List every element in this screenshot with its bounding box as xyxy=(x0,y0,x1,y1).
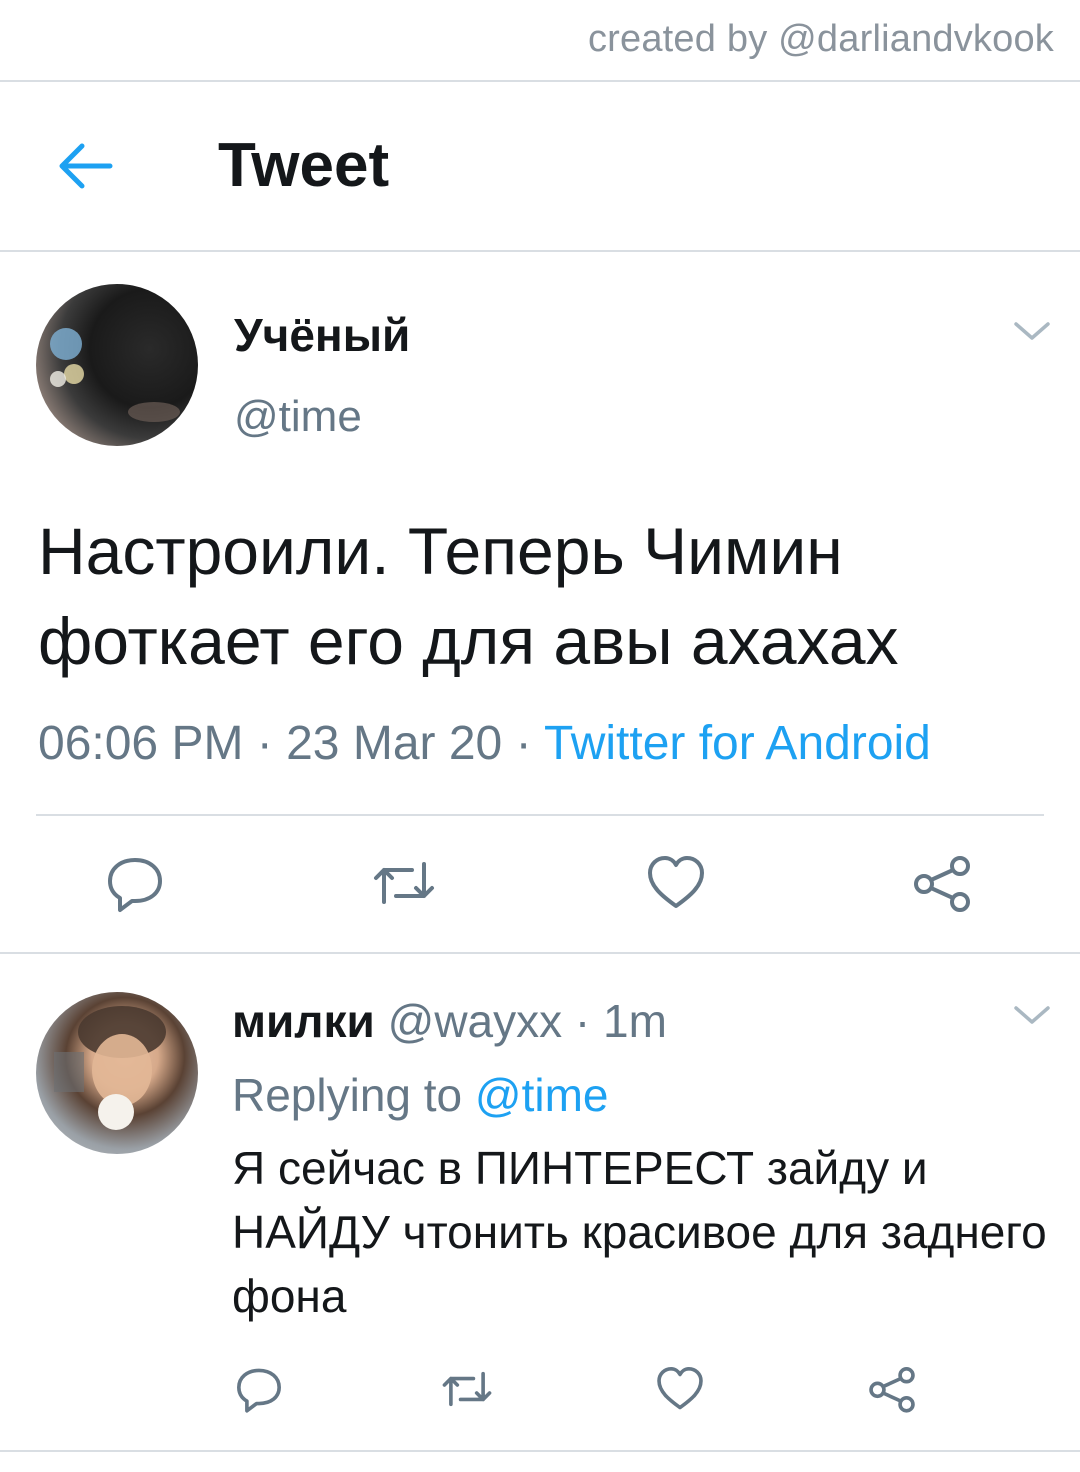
retweet-icon xyxy=(442,1371,492,1407)
replying-label: Replying to xyxy=(232,1069,475,1121)
avatar[interactable] xyxy=(36,284,198,446)
share-icon xyxy=(869,1367,915,1413)
tweet-source-link[interactable]: Twitter for Android xyxy=(544,717,931,770)
reply-avatar-image xyxy=(54,1006,166,1130)
header-bar: Tweet xyxy=(0,82,1080,250)
reply-menu-button[interactable] xyxy=(1010,1000,1054,1030)
reply-button[interactable] xyxy=(104,852,166,919)
reply-header: милки @wayxx · 1m xyxy=(232,994,667,1048)
avatar-image xyxy=(50,328,180,422)
reply-time: 1m xyxy=(603,995,667,1047)
chevron-down-icon xyxy=(1014,322,1050,340)
retweet-icon xyxy=(374,862,434,904)
tweet-time: 06:06 PM xyxy=(38,717,244,770)
credit-watermark: created by @darliandvkook xyxy=(587,18,1054,60)
replying-mention-link[interactable]: @time xyxy=(475,1069,609,1121)
tweet-text: Настроили. Теперь Чимин фоткает его для … xyxy=(38,514,899,678)
meta-separator: · xyxy=(243,717,287,770)
tweet-meta: 06:06 PM · 23 Mar 20 · Twitter for Andro… xyxy=(38,716,931,771)
like-button[interactable] xyxy=(644,852,708,919)
like-icon xyxy=(657,1367,703,1410)
reply-handle[interactable]: @wayxx xyxy=(388,995,563,1047)
bottom-divider xyxy=(0,1450,1080,1452)
replying-to: Replying to @time xyxy=(232,1068,609,1122)
arrow-left-icon xyxy=(59,143,113,189)
reply-icon xyxy=(108,858,162,912)
display-name[interactable]: Учёный xyxy=(234,308,410,362)
share-icon xyxy=(914,856,970,912)
reply-reply-button[interactable] xyxy=(234,1364,284,1419)
reply-icon xyxy=(237,1368,281,1413)
chevron-down-icon xyxy=(1014,1006,1050,1024)
like-icon xyxy=(648,856,704,908)
reply-retweet-button[interactable] xyxy=(438,1364,496,1419)
meta-separator: · xyxy=(502,717,545,770)
section-divider xyxy=(0,952,1080,954)
reply-text: Я сейчас в ПИНТЕРЕСТ зайду и НАЙДУ чтони… xyxy=(232,1142,1047,1322)
reply-share-button[interactable] xyxy=(866,1364,918,1419)
reply-display-name[interactable]: милки xyxy=(232,995,375,1047)
tweet-date: 23 Mar 20 xyxy=(286,717,503,770)
header-divider xyxy=(0,250,1080,252)
share-button[interactable] xyxy=(910,852,974,919)
retweet-button[interactable] xyxy=(368,852,440,919)
page-title: Tweet xyxy=(218,131,390,200)
back-button[interactable] xyxy=(48,136,120,196)
meta-divider xyxy=(36,814,1044,816)
reply-separator: · xyxy=(562,995,604,1047)
reply-avatar[interactable] xyxy=(36,992,198,1154)
tweet-menu-button[interactable] xyxy=(1010,316,1054,346)
user-handle[interactable]: @time xyxy=(234,392,362,442)
reply-like-button[interactable] xyxy=(654,1364,706,1419)
